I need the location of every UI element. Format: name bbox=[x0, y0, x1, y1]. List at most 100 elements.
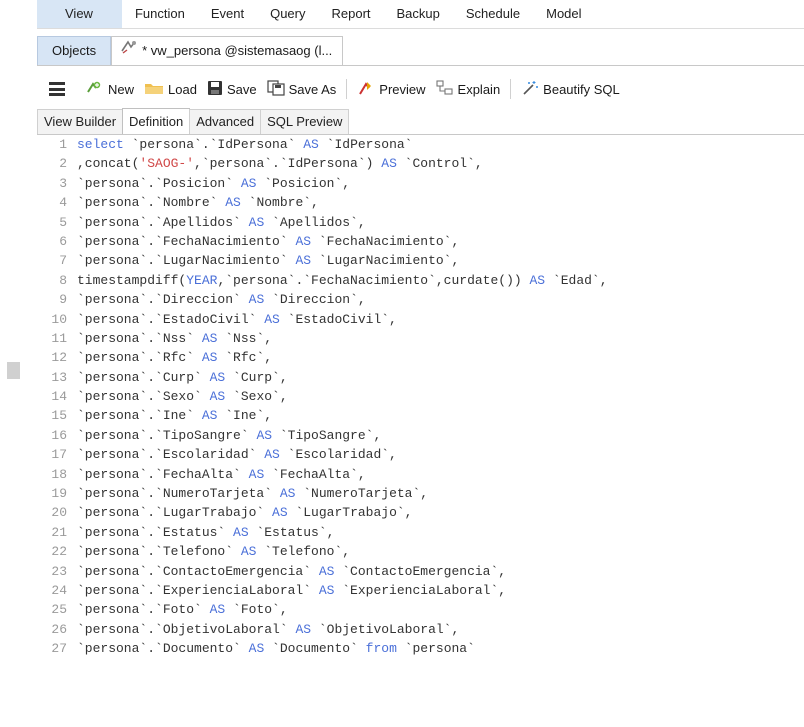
code-line: 9 `persona`.`Direccion` AS `Direccion`, bbox=[37, 290, 804, 309]
sql-token: `Nombre`, bbox=[240, 195, 319, 211]
splitter-handle[interactable] bbox=[7, 362, 20, 379]
sql-token: `Control`, bbox=[396, 156, 483, 172]
preview-button-label: Preview bbox=[379, 81, 426, 97]
tab-view-builder[interactable]: View Builder bbox=[37, 109, 124, 134]
code-text: `persona`.`Sexo` AS `Sexo`, bbox=[77, 387, 288, 406]
sql-token: `Ine`, bbox=[217, 408, 273, 424]
sql-token: `Posicion`, bbox=[256, 175, 351, 191]
code-line: 13 `persona`.`Curp` AS `Curp`, bbox=[37, 368, 804, 387]
sql-keyword: AS bbox=[264, 447, 280, 463]
tab-vw-persona[interactable]: * vw_persona @sistemasaog (l... bbox=[111, 36, 344, 65]
code-text: `persona`.`Nss` AS `Nss`, bbox=[77, 329, 272, 348]
line-number: 24 bbox=[51, 582, 67, 598]
code-line: 17 `persona`.`Escolaridad` AS `Escolarida… bbox=[37, 445, 804, 464]
sql-keyword: from bbox=[365, 641, 397, 657]
sql-keyword: AS bbox=[295, 621, 312, 637]
sql-token: `persona`.`Estatus` bbox=[77, 524, 234, 540]
sql-token: ,concat( bbox=[77, 156, 140, 172]
code-line: 27 `persona`.`Documento` AS `Documento` f… bbox=[37, 639, 804, 658]
explain-icon bbox=[435, 79, 454, 99]
menu-item-report[interactable]: Report bbox=[318, 0, 383, 28]
menu-item-view[interactable]: View bbox=[37, 0, 122, 28]
line-number: 22 bbox=[51, 544, 67, 560]
sql-token: `persona`.`LugarNacimiento` bbox=[77, 253, 296, 269]
code-line: 18 `persona`.`FechaAlta` AS `FechaAlta`, bbox=[37, 465, 804, 484]
beautify-sql-button[interactable]: Beautify SQL bbox=[516, 76, 625, 102]
sql-token: `Documento` bbox=[264, 641, 366, 657]
code-line: 2 ,concat('SAOG-',`persona`.`IdPersona`) … bbox=[37, 154, 804, 173]
line-number: 20 bbox=[51, 505, 67, 521]
code-line: 6 `persona`.`FechaNacimiento` AS `FechaNa… bbox=[37, 232, 804, 251]
code-text: `persona`.`Rfc` AS `Rfc`, bbox=[77, 348, 272, 367]
sql-token: `persona`.`Rfc` bbox=[77, 350, 202, 366]
tab-sql-preview[interactable]: SQL Preview bbox=[260, 109, 350, 134]
sql-token: `Curp`, bbox=[225, 369, 288, 385]
code-text: `persona`.`FechaNacimiento` AS `FechaNac… bbox=[77, 232, 459, 251]
sql-token: `Nss`, bbox=[217, 330, 273, 346]
sql-token: `persona`.`FechaNacimiento` bbox=[77, 233, 296, 249]
sql-keyword: AS bbox=[529, 272, 546, 288]
sql-token: `Telefono`, bbox=[256, 544, 351, 560]
line-number: 27 bbox=[51, 641, 67, 657]
code-text: `persona`.`Escolaridad` AS `Escolaridad`… bbox=[77, 445, 397, 464]
menu-item-function[interactable]: Function bbox=[122, 0, 198, 28]
menu-item-schedule[interactable]: Schedule bbox=[453, 0, 533, 28]
sql-keyword: AS bbox=[295, 233, 312, 249]
sql-token: `persona`.`FechaAlta` bbox=[77, 466, 249, 482]
save-as-button[interactable]: Save As bbox=[262, 76, 342, 102]
save-button-label: Save bbox=[226, 81, 257, 97]
tab-objects[interactable]: Objects bbox=[37, 36, 112, 65]
sql-token: ,`persona`.`FechaNacimiento`,curdate()) bbox=[217, 272, 530, 288]
load-button-label: Load bbox=[168, 81, 197, 97]
sql-token: `FechaNacimiento`, bbox=[311, 233, 460, 249]
code-text: timestampdiff(YEAR,`persona`.`FechaNacim… bbox=[77, 271, 608, 290]
preview-button[interactable]: Preview bbox=[352, 76, 430, 102]
hamburger-icon[interactable] bbox=[49, 82, 65, 96]
sql-keyword: AS bbox=[295, 253, 312, 269]
sql-editor[interactable]: 1 select `persona`.`IdPersona` AS `IdPers… bbox=[37, 135, 804, 727]
menu-item-model[interactable]: Model bbox=[533, 0, 594, 28]
menu-item-backup[interactable]: Backup bbox=[384, 0, 453, 28]
new-button-label: New bbox=[108, 81, 135, 97]
line-number: 3 bbox=[59, 175, 67, 191]
sql-token: `persona`.`Apellidos` bbox=[77, 214, 249, 230]
menu-item-event[interactable]: Event bbox=[198, 0, 257, 28]
tab-definition[interactable]: Definition bbox=[122, 108, 191, 134]
toolbar-separator bbox=[510, 79, 512, 99]
code-text: `persona`.`Curp` AS `Curp`, bbox=[77, 368, 288, 387]
sql-token: `ContactoEmergencia`, bbox=[334, 563, 507, 579]
line-number: 14 bbox=[51, 389, 67, 405]
sql-token: `persona`.`NumeroTarjeta` bbox=[77, 486, 280, 502]
save-button[interactable]: Save bbox=[202, 76, 262, 102]
sql-token: `persona` bbox=[396, 641, 475, 657]
line-number: 6 bbox=[59, 233, 67, 249]
code-text: `persona`.`Ine` AS `Ine`, bbox=[77, 406, 272, 425]
menu-item-query[interactable]: Query bbox=[257, 0, 318, 28]
tab-advanced[interactable]: Advanced bbox=[189, 109, 262, 134]
line-number: 11 bbox=[51, 330, 67, 346]
load-button[interactable]: Load bbox=[139, 76, 202, 102]
line-number: 19 bbox=[51, 486, 67, 502]
sql-token: `persona`.`ObjetivoLaboral` bbox=[77, 621, 296, 637]
explain-button[interactable]: Explain bbox=[431, 76, 506, 102]
code-text: `persona`.`ObjetivoLaboral` AS `Objetivo… bbox=[77, 620, 459, 639]
sql-token: `Estatus`, bbox=[248, 524, 335, 540]
line-number: 18 bbox=[51, 466, 67, 482]
code-text: `persona`.`FechaAlta` AS `FechaAlta`, bbox=[77, 465, 366, 484]
left-strip bbox=[0, 0, 37, 727]
sql-keyword: AS bbox=[209, 369, 226, 385]
code-line: 14 `persona`.`Sexo` AS `Sexo`, bbox=[37, 387, 804, 406]
sql-token: `LugarTrabajo`, bbox=[287, 505, 413, 521]
new-button[interactable]: New bbox=[79, 76, 139, 102]
code-line: 3 `persona`.`Posicion` AS `Posicion`, bbox=[37, 174, 804, 193]
code-line: 26 `persona`.`ObjetivoLaboral` AS `Objeti… bbox=[37, 620, 804, 639]
line-number: 23 bbox=[51, 563, 67, 579]
tab-vw-persona-label: * vw_persona @sistemasaog (l... bbox=[142, 43, 333, 58]
line-number: 9 bbox=[59, 292, 67, 308]
line-number: 21 bbox=[51, 524, 67, 540]
code-text: `persona`.`Estatus` AS `Estatus`, bbox=[77, 523, 334, 542]
code-line: 1 select `persona`.`IdPersona` AS `IdPers… bbox=[37, 135, 804, 154]
sql-token: `persona`.`ContactoEmergencia` bbox=[77, 563, 319, 579]
sql-token: `persona`.`Foto` bbox=[77, 602, 210, 618]
code-line: 11 `persona`.`Nss` AS `Nss`, bbox=[37, 329, 804, 348]
